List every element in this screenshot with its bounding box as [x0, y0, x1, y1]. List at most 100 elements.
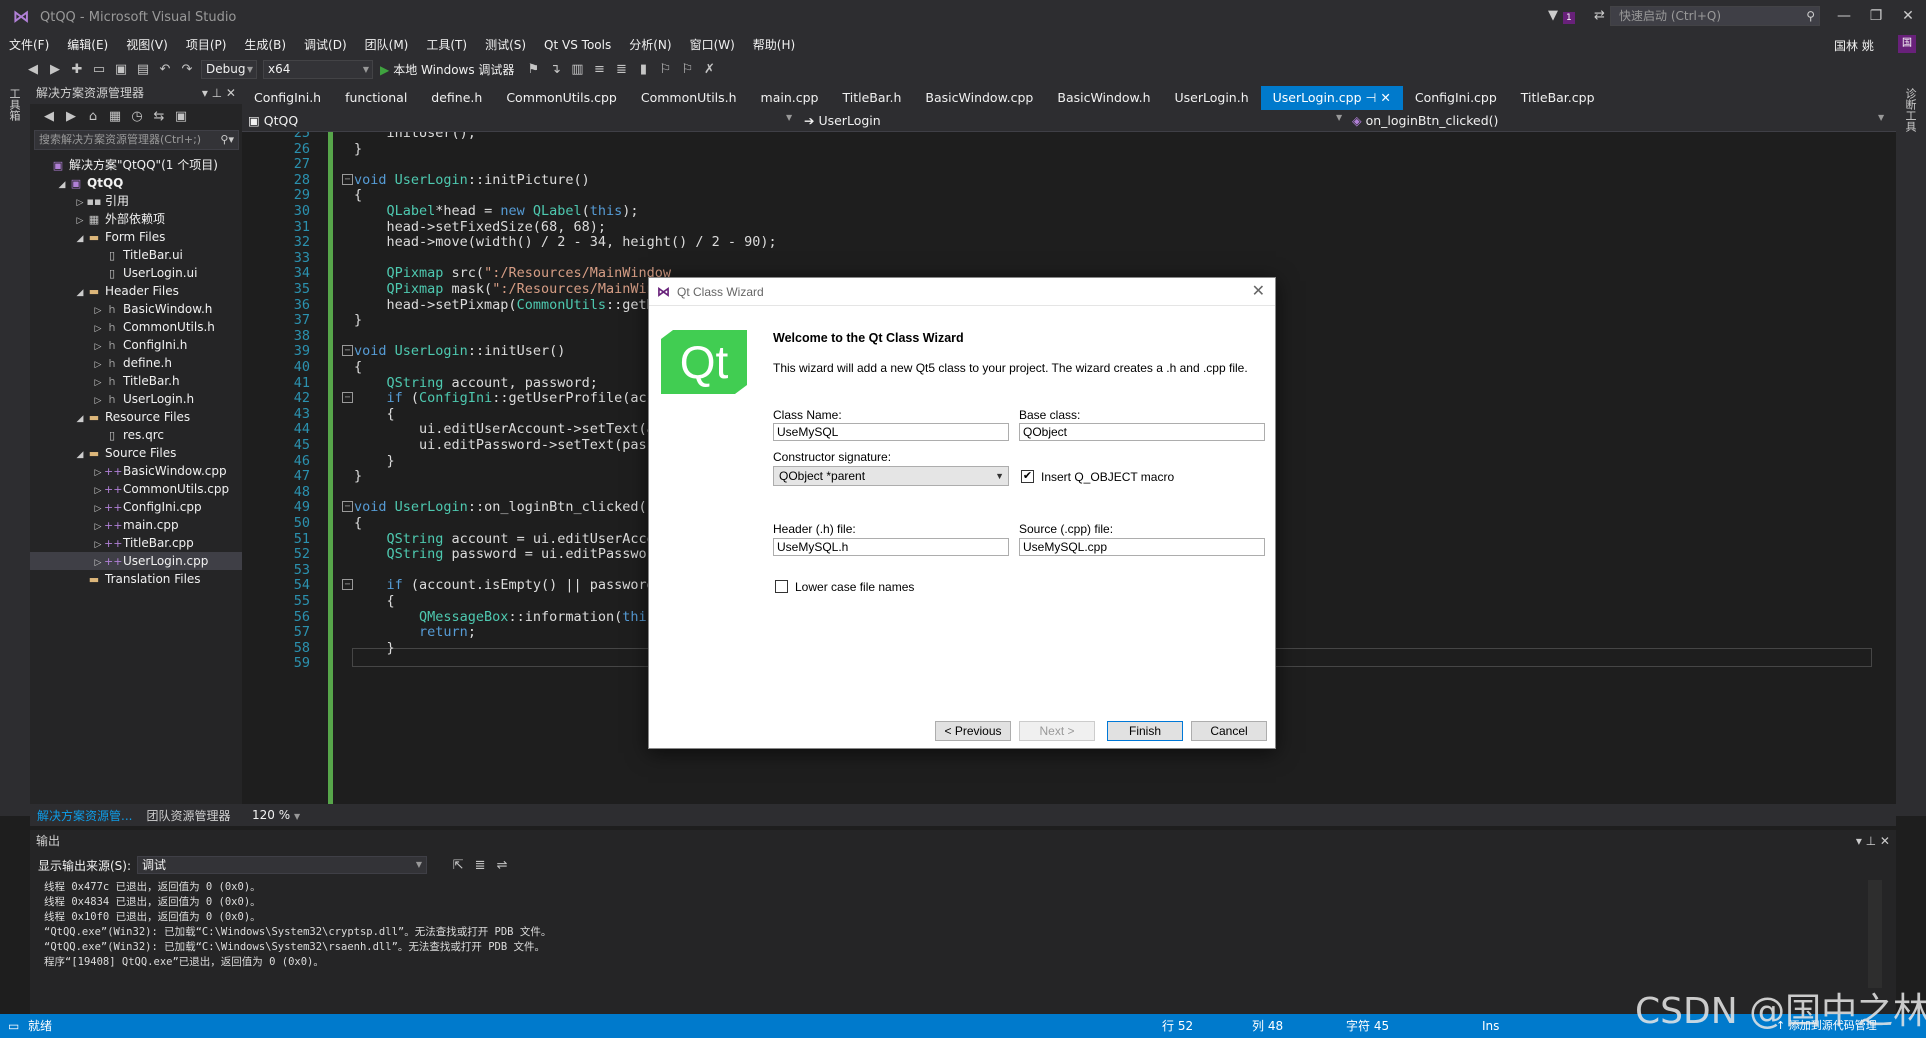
tree-item[interactable]: ◢ ▬ Source Files	[30, 444, 242, 462]
base-class-field[interactable]: QObject	[1019, 423, 1265, 441]
tree-item[interactable]: ▷ ▪▪ 引用	[30, 192, 242, 210]
prev-bookmark-icon[interactable]: ⚐	[676, 62, 698, 77]
tab-configini-cpp[interactable]: ConfigIni.cpp	[1403, 86, 1509, 110]
tree-item[interactable]: ▯ TitleBar.ui	[30, 246, 242, 264]
forward-icon[interactable]: ▶	[60, 109, 82, 124]
chevron-down-icon[interactable]: ▼	[786, 113, 792, 122]
word-wrap-icon[interactable]: ⇌	[491, 858, 513, 873]
minimize-button[interactable]: —	[1832, 6, 1856, 26]
new-project-icon[interactable]: ✚	[66, 62, 88, 77]
tree-item[interactable]: ▯ UserLogin.ui	[30, 264, 242, 282]
tab-titlebar-cpp[interactable]: TitleBar.cpp	[1509, 86, 1607, 110]
restore-button[interactable]: ❐	[1864, 6, 1888, 26]
bookmark-icon[interactable]: ▮	[632, 62, 654, 77]
tree-item[interactable]: ◢ ▬ Resource Files	[30, 408, 242, 426]
pin-close-icon[interactable]: ⊣ ✕	[1362, 90, 1391, 105]
menu-item[interactable]: 生成(B)	[235, 34, 295, 56]
diagnostics-tab[interactable]: 诊断工具	[1904, 88, 1918, 132]
output-scrollbar[interactable]	[1868, 880, 1882, 988]
menu-item[interactable]: 编辑(E)	[58, 34, 117, 56]
menu-item[interactable]: 窗口(W)	[681, 34, 744, 56]
close-window-button[interactable]: ✕	[1896, 6, 1920, 26]
redo-icon[interactable]: ↷	[176, 62, 198, 77]
next-bookmark-icon[interactable]: ⚐	[654, 62, 676, 77]
tree-item[interactable]: ◢ ▣ QtQQ	[30, 174, 242, 192]
tab-commonutils-cpp[interactable]: CommonUtils.cpp	[494, 86, 629, 110]
panel-pin-close-icon[interactable]: ▾ ⊥ ✕	[202, 82, 236, 104]
constructor-select[interactable]: QObject *parent ▼	[773, 466, 1009, 486]
tab-commonutils-h[interactable]: CommonUtils.h	[629, 86, 749, 110]
menu-item[interactable]: 分析(N)	[620, 34, 680, 56]
menu-item[interactable]: 帮助(H)	[744, 34, 804, 56]
member-dropdown[interactable]: ◈ on_loginBtn_clicked()	[1352, 110, 1498, 131]
tab-titlebar-h[interactable]: TitleBar.h	[831, 86, 914, 110]
class-dropdown[interactable]: ➔ UserLogin	[804, 110, 881, 131]
forward-icon[interactable]: ▶	[44, 62, 66, 77]
cancel-button[interactable]: Cancel	[1191, 721, 1267, 741]
tree-item[interactable]: ▷ ++UserLogin.cpp	[30, 552, 242, 570]
start-debugging-button[interactable]: ▶ 本地 Windows 调试器	[376, 61, 522, 78]
step-icon[interactable]: ↴	[544, 62, 566, 77]
panel-pin-close-icon[interactable]: ▾ ⊥ ✕	[1856, 830, 1890, 852]
menu-item[interactable]: Qt VS Tools	[535, 34, 620, 56]
collapse-icon[interactable]: −	[342, 501, 353, 513]
back-icon[interactable]: ◀	[38, 109, 60, 124]
collapse-icon[interactable]: −	[342, 392, 353, 404]
quick-launch-input[interactable]: 快速启动 (Ctrl+Q) ⚲	[1610, 6, 1820, 26]
tab-team-explorer[interactable]: 团队资源管理器	[139, 807, 237, 824]
tab-userlogin-cpp[interactable]: UserLogin.cpp ⊣ ✕	[1260, 86, 1403, 110]
tree-item[interactable]: ▷ ++CommonUtils.cpp	[30, 480, 242, 498]
sync-icon[interactable]: ⇆	[148, 109, 170, 124]
menu-item[interactable]: 团队(M)	[356, 34, 418, 56]
class-name-field[interactable]: UseMySQL	[773, 423, 1009, 441]
feedback-icon[interactable]: ⇄	[1594, 8, 1605, 23]
tab-userlogin-h[interactable]: UserLogin.h	[1163, 86, 1261, 110]
pending-changes-icon[interactable]: ◷	[126, 109, 148, 124]
tree-item[interactable]: ▷ h TitleBar.h	[30, 372, 242, 390]
save-all-icon[interactable]: ▤	[132, 62, 154, 77]
tree-item[interactable]: ▷ ++BasicWindow.cpp	[30, 462, 242, 480]
find-message-icon[interactable]: ⇱	[447, 858, 469, 873]
notification-filter-icon[interactable]: ▼	[1548, 8, 1558, 23]
next-button[interactable]: Next >	[1019, 721, 1095, 741]
tree-item[interactable]: ▯ res.qrc	[30, 426, 242, 444]
home-icon[interactable]: ⌂	[82, 109, 104, 124]
tab-basicwindow-cpp[interactable]: BasicWindow.cpp	[913, 86, 1045, 110]
collapse-icon[interactable]: −	[342, 173, 353, 185]
tree-item[interactable]: ▷ h CommonUtils.h	[30, 318, 242, 336]
notification-badge[interactable]: 1	[1563, 12, 1575, 24]
zoom-level[interactable]: 120 %	[252, 808, 290, 822]
collapse-all-icon[interactable]: ▣	[170, 109, 192, 124]
project-dropdown[interactable]: ▣ QtQQ	[248, 110, 298, 131]
source-file-field[interactable]: UseMySQL.cpp	[1019, 538, 1265, 556]
undo-icon[interactable]: ↶	[154, 62, 176, 77]
tree-item[interactable]: ◢ ▬ Header Files	[30, 282, 242, 300]
insert-macro-checkbox[interactable]: ✔	[1021, 470, 1034, 483]
menu-item[interactable]: 项目(P)	[177, 34, 236, 56]
back-icon[interactable]: ◀	[22, 62, 44, 77]
solution-search-input[interactable]: 搜索解决方案资源管理器(Ctrl+;) ⚲▾	[34, 130, 239, 150]
layout-icon[interactable]: ▥	[566, 62, 588, 77]
tab-basicwindow-h[interactable]: BasicWindow.h	[1045, 86, 1162, 110]
tab-main-cpp[interactable]: main.cpp	[749, 86, 831, 110]
attach-icon[interactable]: ⚑	[522, 62, 544, 77]
configuration-select[interactable]: Debug ▼	[201, 59, 257, 79]
comment-icon[interactable]: ≡	[588, 62, 610, 77]
menu-item[interactable]: 工具(T)	[417, 34, 476, 56]
tree-item[interactable]: ▷ ▦ 外部依赖项	[30, 210, 242, 228]
clear-all-icon[interactable]: ≣	[469, 858, 491, 873]
tree-item[interactable]: ◢ ▬ Form Files	[30, 228, 242, 246]
collapse-icon[interactable]: −	[342, 579, 353, 591]
finish-button[interactable]: Finish	[1107, 721, 1183, 741]
tree-item[interactable]: ▷ h UserLogin.h	[30, 390, 242, 408]
header-file-field[interactable]: UseMySQL.h	[773, 538, 1009, 556]
platform-select[interactable]: x64 ▼	[263, 59, 373, 79]
tree-item[interactable]: ▷ ++ConfigIni.cpp	[30, 498, 242, 516]
tree-item[interactable]: ▷ h BasicWindow.h	[30, 300, 242, 318]
user-name[interactable]: 国林 姚	[1834, 37, 1874, 54]
lowercase-checkbox[interactable]	[775, 580, 788, 593]
menu-item[interactable]: 文件(F)	[0, 34, 58, 56]
output-source-select[interactable]: 调试 ▼	[137, 856, 428, 874]
tab-define-h[interactable]: define.h	[419, 86, 494, 110]
close-icon[interactable]: ✕	[1252, 278, 1265, 306]
